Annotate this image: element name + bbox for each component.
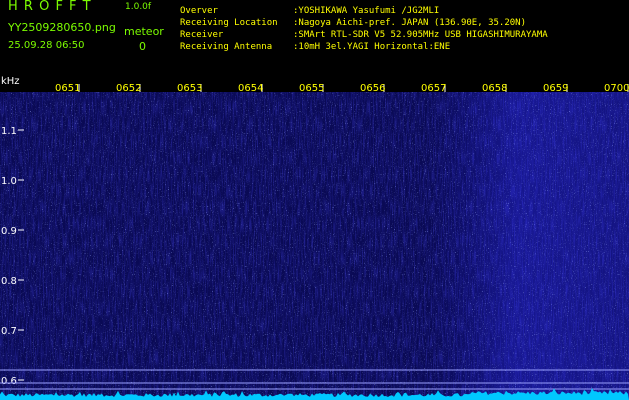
time-label: 0659 xyxy=(543,83,568,94)
time-label: 0657 xyxy=(421,83,446,94)
time-label: 0653 xyxy=(177,83,202,94)
freq-unit-label: kHz xyxy=(1,76,20,87)
time-label: 0658 xyxy=(482,83,507,94)
freq-label: 0.6 xyxy=(1,376,17,387)
time-label: 0655 xyxy=(299,83,324,94)
freq-label: 0.7 xyxy=(1,326,17,337)
freq-label: 0.8 xyxy=(1,276,17,287)
time-label: 0700 xyxy=(604,83,629,94)
spectrogram: 0651 0652 0653 0654 0655 0656 0657 0658 0659 0700… xyxy=(0,76,629,400)
time-label: 0652 xyxy=(116,83,141,94)
freq-label: 1.0 xyxy=(1,176,17,187)
time-label: 0654 xyxy=(238,83,263,94)
time-label: 0656 xyxy=(360,83,385,94)
time-label: 0651 xyxy=(55,83,80,94)
freq-label: 1.1 xyxy=(1,126,17,137)
freq-label: 0.9 xyxy=(1,226,17,237)
spectrum-speckle xyxy=(0,92,629,400)
